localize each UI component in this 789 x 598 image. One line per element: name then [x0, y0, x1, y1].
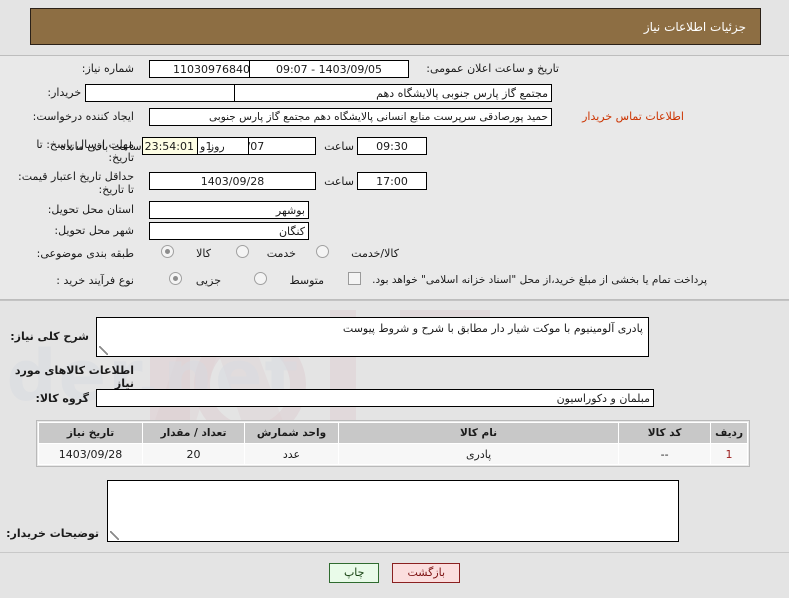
treasury-bonds-note: پرداخت تمام یا بخشی از مبلغ خرید،از محل …: [372, 274, 707, 286]
radio-purchase-minor[interactable]: [169, 272, 182, 285]
group-label: گروه کالا:: [35, 392, 89, 405]
radio-purchase-medium-label: متوسط: [289, 274, 324, 287]
description-label: شرح کلی نیاز:: [10, 330, 89, 343]
purchase-type-label: نوع فرآیند خرید :: [56, 274, 134, 287]
price-validity-hour-label: ساعت: [324, 175, 354, 188]
requester-label: ایجاد کننده درخواست:: [32, 110, 134, 123]
group-value[interactable]: مبلمان و دکوراسیون: [96, 389, 654, 407]
announce-datetime-label: تاریخ و ساعت اعلان عمومی:: [426, 62, 559, 75]
announce-datetime-value[interactable]: 1403/09/05 - 09:07: [249, 60, 409, 78]
province-value[interactable]: بوشهر: [149, 201, 309, 219]
resize-handle-icon[interactable]: [99, 346, 108, 355]
cell-code: --: [618, 443, 712, 465]
remaining-time-countdown: 23:54:01: [142, 137, 198, 155]
buyer-contact-link[interactable]: اطلاعات تماس خریدار: [582, 110, 684, 123]
cell-unit: عدد: [244, 443, 339, 465]
radio-subject-goods-service-label: کالا/خدمت: [351, 247, 399, 260]
cell-need-date: 1403/09/28: [38, 443, 143, 465]
table-row: 1 -- پادری عدد 20 1403/09/28: [38, 443, 748, 465]
remaining-time-label: ساعت باقی مانده: [60, 140, 142, 153]
buyer-notes-textarea[interactable]: [107, 480, 679, 542]
price-validity-hour[interactable]: 17:00: [357, 172, 427, 190]
resize-handle-icon-2[interactable]: [110, 531, 119, 540]
window-title-bar: جزئیات اطلاعات نیاز: [30, 8, 761, 45]
table-header-row: ردیف کد کالا نام کالا واحد شمارش تعداد /…: [38, 422, 748, 444]
goods-section-heading: اطلاعات کالاهای مورد نیاز: [14, 364, 134, 390]
bottom-divider: [0, 552, 789, 553]
description-textarea[interactable]: پادری آلومینیوم با موکت شیار دار مطابق ب…: [96, 317, 649, 357]
col-unit: واحد شمارش: [244, 422, 339, 444]
city-value[interactable]: کنگان: [149, 222, 309, 240]
back-button[interactable]: بازگشت: [392, 563, 461, 583]
radio-subject-service[interactable]: [236, 245, 249, 258]
treasury-bonds-checkbox[interactable]: [348, 272, 361, 285]
radio-subject-goods-label: کالا: [196, 247, 211, 260]
reply-deadline-hour-label: ساعت: [324, 140, 354, 153]
print-button[interactable]: چاپ: [328, 563, 380, 583]
province-label: استان محل تحویل:: [47, 203, 134, 216]
cell-qty: 20: [142, 443, 245, 465]
remaining-days-label: روز و: [200, 140, 225, 153]
requester-value[interactable]: حمید پورصادقی سرپرست منابع انسانی پالایش…: [149, 108, 552, 126]
cell-row: 1: [710, 443, 748, 465]
page-root: anTender.net جزئیات اطلاعات نیاز شماره ن…: [0, 0, 789, 598]
radio-subject-goods-service[interactable]: [316, 245, 329, 258]
radio-subject-service-label: خدمت: [266, 247, 296, 260]
radio-subject-goods[interactable]: [161, 245, 174, 258]
cell-name: پادری: [337, 443, 620, 465]
buyer-org-extra[interactable]: [85, 84, 235, 102]
radio-purchase-medium[interactable]: [254, 272, 267, 285]
page-title: جزئیات اطلاعات نیاز: [643, 19, 746, 34]
col-code: کد کالا: [618, 422, 712, 444]
button-bar: بازگشت چاپ: [0, 563, 789, 583]
description-text: پادری آلومینیوم با موکت شیار دار مطابق ب…: [342, 322, 643, 335]
col-qty: تعداد / مقدار: [142, 422, 245, 444]
col-name: نام کالا: [337, 422, 620, 444]
goods-table-wrapper: ردیف کد کالا نام کالا واحد شمارش تعداد /…: [36, 420, 750, 467]
reply-deadline-hour[interactable]: 09:30: [357, 137, 427, 155]
col-row: ردیف: [710, 422, 748, 444]
city-label: شهر محل تحویل:: [54, 224, 134, 237]
panel-divider-1: [0, 300, 789, 301]
price-validity-date[interactable]: 1403/09/28: [149, 172, 316, 190]
col-need-date: تاریخ نیاز: [38, 422, 143, 444]
need-number-label: شماره نیاز:: [81, 62, 134, 75]
goods-table: ردیف کد کالا نام کالا واحد شمارش تعداد /…: [38, 422, 748, 465]
radio-purchase-minor-label: جزیی: [195, 274, 221, 287]
buyer-notes-label: توضیحات خریدار:: [6, 527, 99, 540]
price-validity-label: حداقل تاریخ اعتبار قیمت: تا تاریخ:: [18, 170, 134, 196]
subject-class-label: طبقه بندی موضوعی:: [36, 247, 134, 260]
